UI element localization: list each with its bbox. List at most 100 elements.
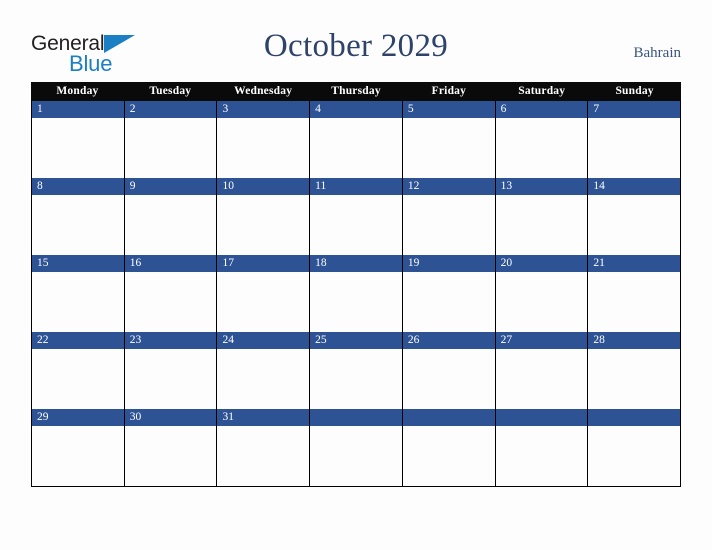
day-cell-31[interactable]: 31 (217, 409, 311, 486)
calendar-grid: Monday Tuesday Wednesday Thursday Friday Satu… (31, 82, 682, 487)
day-events-area[interactable] (124, 349, 217, 409)
calendar-week-row: 8 9 10 11 12 13 14 (31, 178, 682, 255)
day-cell-17[interactable]: 17 (217, 255, 311, 332)
day-events-area[interactable] (310, 426, 402, 486)
day-number: 21 (588, 255, 681, 272)
day-events-area[interactable] (588, 272, 681, 332)
day-cell-14[interactable]: 14 (588, 178, 682, 255)
day-cell-4[interactable]: 4 (310, 101, 403, 178)
day-cell-13[interactable]: 13 (495, 178, 589, 255)
day-number: 23 (124, 332, 217, 349)
day-events-area[interactable] (495, 349, 588, 409)
day-cell-empty[interactable] (588, 409, 682, 486)
day-events-area[interactable] (402, 272, 495, 332)
day-events-area[interactable] (588, 118, 681, 178)
day-number: 17 (217, 255, 310, 272)
day-cell-27[interactable]: 27 (495, 332, 589, 409)
day-events-area[interactable] (217, 118, 310, 178)
weekday-header-thursday: Thursday (331, 85, 381, 97)
day-events-area[interactable] (495, 426, 588, 486)
day-events-area[interactable] (310, 195, 402, 255)
day-events-area[interactable] (495, 195, 588, 255)
day-events-area[interactable] (588, 349, 681, 409)
day-events-area[interactable] (124, 426, 217, 486)
day-events-area[interactable] (588, 195, 681, 255)
day-number: 19 (402, 255, 495, 272)
day-events-area[interactable] (32, 426, 124, 486)
day-number: 11 (310, 178, 402, 195)
day-cell-24[interactable]: 24 (217, 332, 311, 409)
day-number: 2 (124, 101, 217, 118)
weekday-header-friday: Friday (431, 85, 467, 97)
day-events-area[interactable] (32, 349, 124, 409)
day-events-area[interactable] (310, 349, 402, 409)
day-number: 14 (588, 178, 681, 195)
day-events-area[interactable] (124, 195, 217, 255)
day-cell-8[interactable]: 8 (32, 178, 125, 255)
day-cell-empty[interactable] (402, 409, 496, 486)
day-number: 31 (217, 409, 310, 426)
day-number: 9 (124, 178, 217, 195)
day-cell-12[interactable]: 12 (402, 178, 496, 255)
day-number: 30 (124, 409, 217, 426)
day-number: 29 (32, 409, 124, 426)
day-cell-15[interactable]: 15 (32, 255, 125, 332)
weekday-header-monday: Monday (56, 85, 99, 97)
page-title: October 2029 (263, 28, 449, 64)
day-cell-9[interactable]: 9 (124, 178, 218, 255)
weekday-header-row: Monday Tuesday Wednesday Thursday Friday Satu… (31, 82, 681, 101)
day-cell-2[interactable]: 2 (124, 101, 218, 178)
day-number: 22 (32, 332, 124, 349)
day-cell-21[interactable]: 21 (588, 255, 682, 332)
day-number: 5 (402, 101, 495, 118)
day-cell-1[interactable]: 1 (32, 101, 125, 178)
day-events-area[interactable] (217, 349, 310, 409)
day-number (588, 409, 681, 426)
day-cell-28[interactable]: 28 (588, 332, 682, 409)
day-events-area[interactable] (124, 118, 217, 178)
day-number: 20 (495, 255, 588, 272)
day-cell-6[interactable]: 6 (495, 101, 589, 178)
day-cell-30[interactable]: 30 (124, 409, 218, 486)
day-events-area[interactable] (402, 195, 495, 255)
day-cell-22[interactable]: 22 (32, 332, 125, 409)
day-cell-29[interactable]: 29 (32, 409, 125, 486)
day-cell-empty[interactable] (495, 409, 589, 486)
day-events-area[interactable] (124, 272, 217, 332)
day-cell-23[interactable]: 23 (124, 332, 218, 409)
day-cell-25[interactable]: 25 (310, 332, 403, 409)
day-events-area[interactable] (310, 272, 402, 332)
day-cell-3[interactable]: 3 (217, 101, 311, 178)
calendar-week-row: 29 30 31 (31, 409, 682, 487)
day-cell-7[interactable]: 7 (588, 101, 682, 178)
day-events-area[interactable] (217, 272, 310, 332)
weekday-header-sunday: Sunday (615, 85, 654, 97)
day-cell-18[interactable]: 18 (310, 255, 403, 332)
day-events-area[interactable] (310, 118, 402, 178)
day-events-area[interactable] (32, 195, 124, 255)
day-events-area[interactable] (402, 118, 495, 178)
day-events-area[interactable] (217, 195, 310, 255)
day-number: 26 (402, 332, 495, 349)
day-events-area[interactable] (402, 349, 495, 409)
day-cell-20[interactable]: 20 (495, 255, 589, 332)
day-number (402, 409, 495, 426)
day-events-area[interactable] (588, 426, 681, 486)
day-events-area[interactable] (32, 118, 124, 178)
day-cell-empty[interactable] (310, 409, 403, 486)
day-cell-11[interactable]: 11 (310, 178, 403, 255)
day-events-area[interactable] (402, 426, 495, 486)
day-cell-26[interactable]: 26 (402, 332, 496, 409)
day-events-area[interactable] (495, 272, 588, 332)
day-cell-16[interactable]: 16 (124, 255, 218, 332)
day-events-area[interactable] (32, 272, 124, 332)
day-cell-19[interactable]: 19 (402, 255, 496, 332)
day-number: 1 (32, 101, 124, 118)
day-cell-5[interactable]: 5 (402, 101, 496, 178)
day-events-area[interactable] (495, 118, 588, 178)
day-cell-10[interactable]: 10 (217, 178, 311, 255)
calendar-week-row: 1234567 (31, 101, 682, 178)
calendar-week-row: 22 23 24 25 26 27 28 (31, 332, 682, 409)
day-events-area[interactable] (217, 426, 310, 486)
day-number: 7 (588, 101, 681, 118)
